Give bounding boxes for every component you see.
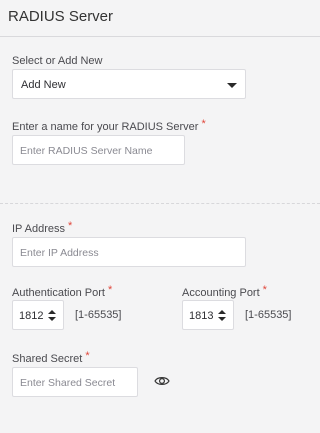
server-name-input[interactable]: Enter RADIUS Server Name [12,135,185,165]
ip-address-label-text: IP Address [12,223,65,235]
required-asterisk: * [262,284,267,296]
panel-title: RADIUS Server [8,8,114,25]
required-asterisk: * [85,350,90,362]
acct-port-stepper[interactable]: 1813 [182,300,234,330]
ip-address-input[interactable]: Enter IP Address [12,237,246,267]
required-asterisk: * [201,118,206,130]
ip-address-label: IP Address * [12,220,73,235]
shared-secret-placeholder: Enter Shared Secret [20,377,116,389]
ip-address-placeholder: Enter IP Address [20,247,99,259]
server-name-label: Enter a name for your RADIUS Server * [12,118,206,133]
server-select-value: Add New [21,79,66,91]
stepper-arrows-icon[interactable] [48,310,56,322]
acct-port-range: [1-65535] [245,309,292,321]
stepper-arrows-icon[interactable] [218,310,226,322]
acct-port-value: 1813 [189,310,214,322]
required-asterisk: * [107,284,113,296]
acct-port-label: Accounting Port * [182,284,267,299]
acct-port-label-text: Accounting Port [182,287,260,299]
server-name-placeholder: Enter RADIUS Server Name [20,145,153,157]
auth-port-label: Authentication Port * [12,284,113,299]
caret-down-icon [227,83,237,88]
section-divider [0,203,320,204]
shared-secret-input[interactable]: Enter Shared Secret [12,367,138,397]
auth-port-range: [1-65535] [75,309,122,321]
shared-secret-label-text: Shared Secret [12,353,83,365]
server-select-dropdown[interactable]: Add New [12,69,246,99]
required-asterisk: * [68,220,73,232]
panel-header: RADIUS Server [0,0,320,37]
eye-icon[interactable] [154,374,170,386]
server-name-label-text: Enter a name for your RADIUS Server [12,121,199,133]
select-server-label: Select or Add New [12,55,103,67]
auth-port-value: 1812 [19,310,44,322]
shared-secret-label: Shared Secret * [12,350,90,365]
auth-port-label-text: Authentication Port [12,287,105,299]
auth-port-stepper[interactable]: 1812 [12,300,64,330]
